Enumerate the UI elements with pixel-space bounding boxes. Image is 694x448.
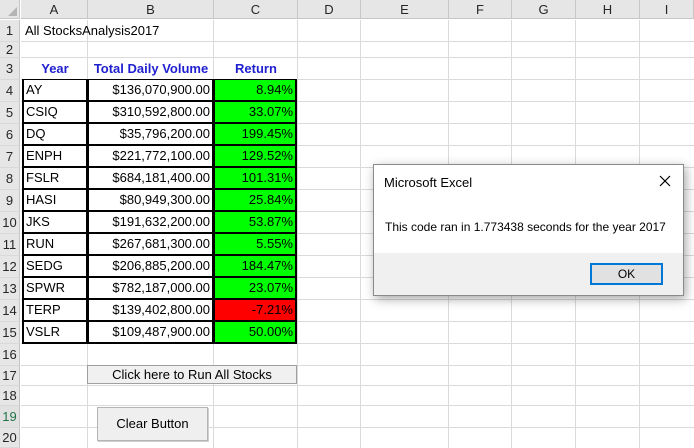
volume-cell[interactable]: $206,885,200.00 xyxy=(87,255,214,277)
volume-cell[interactable]: $136,070,900.00 xyxy=(87,79,214,101)
column-header-d[interactable]: D xyxy=(298,0,361,19)
return-cell[interactable]: 129.52% xyxy=(213,145,297,167)
row-header-19[interactable]: 19 xyxy=(0,406,20,428)
gridline xyxy=(21,405,694,406)
row-header-7[interactable]: 7 xyxy=(0,146,20,168)
return-cell[interactable]: 53.87% xyxy=(213,211,297,233)
close-icon[interactable] xyxy=(657,173,673,189)
row-header-20[interactable]: 20 xyxy=(0,428,20,448)
ticker-cell[interactable]: JKS xyxy=(22,211,88,233)
row-header-17[interactable]: 17 xyxy=(0,366,20,386)
gridline xyxy=(21,385,694,386)
dialog-footer: OK xyxy=(374,253,683,295)
ticker-cell[interactable]: TERP xyxy=(22,299,88,321)
volume-cell[interactable]: $35,796,200.00 xyxy=(87,123,214,145)
row-header-3[interactable]: 3 xyxy=(0,58,20,80)
sheet-title[interactable]: All StocksAnalysis2017 xyxy=(25,20,225,42)
row-header-12[interactable]: 12 xyxy=(0,256,20,278)
message-box-dialog: Microsoft Excel This code ran in 1.77343… xyxy=(373,164,684,296)
column-header-a[interactable]: A xyxy=(21,0,88,19)
column-header-c[interactable]: C xyxy=(214,0,298,19)
return-cell[interactable]: -7.21% xyxy=(213,299,297,321)
row-header-8[interactable]: 8 xyxy=(0,168,20,190)
ticker-cell[interactable]: AY xyxy=(22,79,88,101)
column-header-g[interactable]: G xyxy=(512,0,576,19)
ticker-cell[interactable]: SEDG xyxy=(22,255,88,277)
return-cell[interactable]: 184.47% xyxy=(213,255,297,277)
return-cell[interactable]: 23.07% xyxy=(213,277,297,299)
row-header-13[interactable]: 13 xyxy=(0,278,20,300)
run-all-stocks-button[interactable]: Click here to Run All Stocks xyxy=(87,365,297,384)
ticker-cell[interactable]: HASI xyxy=(22,189,88,211)
gridline xyxy=(360,20,361,448)
column-header-i[interactable]: I xyxy=(640,0,694,19)
ticker-cell[interactable]: RUN xyxy=(22,233,88,255)
header-year[interactable]: Year xyxy=(22,58,88,80)
row-header-5[interactable]: 5 xyxy=(0,102,20,124)
gridline xyxy=(297,20,298,448)
ticker-cell[interactable]: DQ xyxy=(22,123,88,145)
ticker-cell[interactable]: ENPH xyxy=(22,145,88,167)
row-header-4[interactable]: 4 xyxy=(0,80,20,102)
row-header-6[interactable]: 6 xyxy=(0,124,20,146)
volume-cell[interactable]: $221,772,100.00 xyxy=(87,145,214,167)
return-cell[interactable]: 25.84% xyxy=(213,189,297,211)
return-cell[interactable]: 5.55% xyxy=(213,233,297,255)
ticker-cell[interactable]: CSIQ xyxy=(22,101,88,123)
volume-cell[interactable]: $684,181,400.00 xyxy=(87,167,214,189)
row-header-10[interactable]: 10 xyxy=(0,212,20,234)
column-header-f[interactable]: F xyxy=(449,0,512,19)
clear-button[interactable]: Clear Button xyxy=(97,407,208,441)
volume-cell[interactable]: $310,592,800.00 xyxy=(87,101,214,123)
row-header-9[interactable]: 9 xyxy=(0,190,20,212)
ticker-cell[interactable]: SPWR xyxy=(22,277,88,299)
volume-cell[interactable]: $782,187,000.00 xyxy=(87,277,214,299)
volume-cell[interactable]: $109,487,900.00 xyxy=(87,321,214,344)
return-cell[interactable]: 33.07% xyxy=(213,101,297,123)
row-header-15[interactable]: 15 xyxy=(0,322,20,344)
volume-cell[interactable]: $191,632,200.00 xyxy=(87,211,214,233)
header-volume[interactable]: Total Daily Volume xyxy=(88,58,214,80)
select-all-corner[interactable] xyxy=(0,0,20,19)
row-header-18[interactable]: 18 xyxy=(0,386,20,406)
dialog-title: Microsoft Excel xyxy=(384,175,473,190)
select-all-triangle-icon xyxy=(8,7,17,16)
dialog-message: This code ran in 1.773438 seconds for th… xyxy=(385,220,666,234)
row-header-2[interactable]: 2 xyxy=(0,42,20,58)
ok-button[interactable]: OK xyxy=(590,263,663,285)
header-return[interactable]: Return xyxy=(214,58,298,80)
return-cell[interactable]: 101.31% xyxy=(213,167,297,189)
column-header-h[interactable]: H xyxy=(576,0,640,19)
return-cell[interactable]: 50.00% xyxy=(213,321,297,344)
row-header-11[interactable]: 11 xyxy=(0,234,20,256)
row-header-14[interactable]: 14 xyxy=(0,300,20,322)
return-cell[interactable]: 8.94% xyxy=(213,79,297,101)
column-header-e[interactable]: E xyxy=(361,0,449,19)
volume-cell[interactable]: $267,681,300.00 xyxy=(87,233,214,255)
volume-cell[interactable]: $80,949,300.00 xyxy=(87,189,214,211)
volume-cell[interactable]: $139,402,800.00 xyxy=(87,299,214,321)
row-header-1[interactable]: 1 xyxy=(0,20,20,42)
ticker-cell[interactable]: VSLR xyxy=(22,321,88,344)
row-header-16[interactable]: 16 xyxy=(0,344,20,366)
ticker-cell[interactable]: FSLR xyxy=(22,167,88,189)
return-cell[interactable]: 199.45% xyxy=(213,123,297,145)
column-header-b[interactable]: B xyxy=(88,0,214,19)
